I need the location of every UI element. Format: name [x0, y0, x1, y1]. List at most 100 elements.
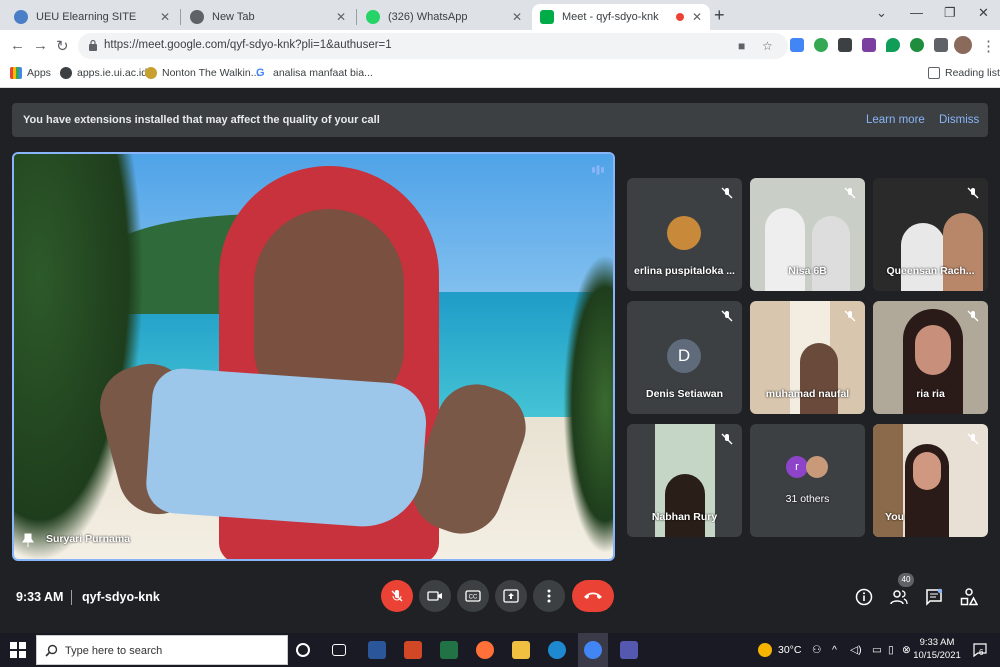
recording-dot-icon — [676, 13, 684, 21]
file-explorer-icon[interactable] — [512, 641, 530, 659]
translate-extension-icon[interactable] — [790, 38, 804, 52]
tab-meet[interactable]: Meet - qyf-sdyo-knk ✕ — [532, 4, 710, 30]
weather-icon[interactable] — [758, 643, 772, 657]
puzzle-extensions-icon[interactable] — [934, 38, 948, 52]
tab-ueu-elearning[interactable]: UEU Elearning SITE ✕ — [6, 4, 178, 30]
task-view-icon[interactable] — [332, 644, 346, 656]
banner-message: You have extensions installed that may a… — [23, 114, 380, 126]
forward-arrow-icon[interactable]: → — [33, 37, 48, 54]
participant-tile[interactable]: muhamad naufal — [750, 301, 865, 414]
teams-icon[interactable] — [620, 641, 638, 659]
chevron-up-icon[interactable]: ^ — [832, 644, 837, 656]
others-tile[interactable]: r 31 others — [750, 424, 865, 537]
meeting-details-info-icon[interactable] — [855, 588, 873, 606]
dismiss-button[interactable]: Dismiss — [939, 114, 979, 126]
minimize-button[interactable]: — — [910, 5, 923, 20]
participant-tile[interactable]: D Denis Setiawan — [627, 301, 742, 414]
participant-name: Denis Setiawan — [645, 388, 724, 400]
edge-icon[interactable] — [548, 641, 566, 659]
word-icon[interactable] — [368, 641, 386, 659]
taskbar-search-box[interactable]: Type here to search — [36, 635, 288, 665]
tab-new-tab[interactable]: New Tab ✕ — [182, 4, 354, 30]
bookmark-star-icon[interactable]: ☆ — [762, 39, 773, 53]
activities-icon[interactable] — [960, 588, 978, 606]
purple-extension-icon[interactable] — [862, 38, 876, 52]
volume-icon[interactable]: ◁) — [850, 644, 862, 656]
notification-tray-icon[interactable]: ⊗ — [902, 644, 911, 656]
browser-tab-strip: UEU Elearning SITE ✕ New Tab ✕ (326) Wha… — [0, 0, 1000, 30]
taskbar-clock[interactable]: 9:33 AM 10/15/2021 — [912, 636, 962, 662]
powerpoint-icon[interactable] — [404, 641, 422, 659]
back-arrow-icon[interactable]: ← — [10, 37, 25, 54]
participant-tile[interactable]: Nisa 6B — [750, 178, 865, 291]
address-bar[interactable]: https://meet.google.com/qyf-sdyo-knk?pli… — [78, 33, 788, 59]
google-icon: G — [256, 67, 265, 79]
weather-temp: 30°C — [778, 644, 802, 656]
firefox-icon[interactable] — [476, 641, 494, 659]
excel-icon[interactable] — [440, 641, 458, 659]
participant-tile[interactable]: Queensan Rach... — [873, 178, 988, 291]
maps-extension-icon[interactable] — [814, 38, 828, 52]
camera-icon[interactable]: ■ — [738, 39, 745, 53]
avatar — [806, 456, 828, 478]
mic-off-icon — [721, 310, 733, 322]
maximize-button[interactable]: ❐ — [944, 5, 956, 21]
bookmark-google-search[interactable]: G analisa manfaat bia... — [256, 67, 373, 79]
battery-icon[interactable]: ▯ — [888, 644, 894, 656]
bookmark-apps[interactable]: Apps — [10, 67, 51, 79]
people-tray-icon[interactable]: ⚇ — [812, 644, 821, 656]
green-drop-extension-icon[interactable] — [886, 38, 900, 52]
action-center-button[interactable]: 6 — [972, 642, 988, 658]
tab-label: UEU Elearning SITE — [36, 11, 137, 23]
windows-start-icon[interactable] — [10, 642, 26, 658]
tab-search-chevron-icon[interactable]: ⌄ — [876, 5, 887, 21]
meet-extension-icon[interactable] — [910, 38, 924, 52]
meeting-clock: 9:33 AM — [16, 590, 64, 604]
participant-name: You — [885, 511, 905, 523]
pin-icon[interactable] — [22, 533, 34, 547]
self-tile[interactable]: You — [873, 424, 988, 537]
captions-button[interactable]: CC — [457, 580, 489, 612]
participant-tile[interactable]: erlina puspitaloka ... — [627, 178, 742, 291]
tab-label: Meet - qyf-sdyo-knk — [562, 11, 659, 23]
more-options-button[interactable] — [533, 580, 565, 612]
menu-kebab-icon[interactable]: ⋮ — [981, 37, 996, 55]
main-speaker-video[interactable]: Suryari Purnama — [12, 152, 615, 561]
grid-extension-icon[interactable] — [838, 38, 852, 52]
people-icon[interactable] — [890, 588, 908, 606]
profile-avatar[interactable] — [954, 36, 972, 54]
present-screen-button[interactable] — [495, 580, 527, 612]
bookmark-ie-ui[interactable]: apps.ie.ui.ac.id — [60, 67, 147, 79]
participant-tile[interactable]: Nabhan Rury — [627, 424, 742, 537]
participant-tile[interactable]: ria ria — [873, 301, 988, 414]
close-icon[interactable]: ✕ — [336, 10, 346, 24]
chat-icon[interactable] — [925, 588, 943, 606]
meeting-code: qyf-sdyo-knk — [82, 590, 160, 604]
reading-list-button[interactable]: Reading list — [928, 67, 1000, 79]
clock-time: 9:33 AM — [919, 637, 955, 648]
reload-icon[interactable]: ↻ — [56, 37, 69, 55]
leave-call-button[interactable] — [572, 580, 614, 612]
participant-name: Queensan Rach... — [886, 265, 975, 277]
mic-off-icon — [844, 310, 856, 322]
cortana-icon[interactable] — [296, 643, 310, 657]
bookmark-label: analisa manfaat bia... — [273, 67, 373, 79]
microphone-toggle-button[interactable] — [381, 580, 413, 612]
window-close-button[interactable]: ✕ — [978, 5, 989, 21]
bookmark-label: Apps — [27, 67, 51, 79]
reading-list-icon — [928, 67, 940, 79]
close-icon[interactable]: ✕ — [160, 10, 170, 24]
camera-toggle-button[interactable] — [419, 580, 451, 612]
mic-off-icon — [391, 590, 403, 602]
chrome-icon[interactable] — [584, 641, 602, 659]
learn-more-link[interactable]: Learn more — [866, 114, 925, 126]
participant-name: Nisa 6B — [788, 265, 827, 277]
new-tab-button[interactable]: + — [714, 5, 725, 26]
close-icon[interactable]: ✕ — [512, 10, 522, 24]
mic-off-icon — [967, 187, 979, 199]
network-icon[interactable]: ▭ — [872, 644, 882, 656]
others-count: 31 others — [785, 493, 830, 505]
tab-whatsapp[interactable]: (326) WhatsApp ✕ — [358, 4, 530, 30]
close-icon[interactable]: ✕ — [692, 10, 702, 24]
bookmark-walking-dead[interactable]: Nonton The Walkin... — [145, 67, 259, 79]
